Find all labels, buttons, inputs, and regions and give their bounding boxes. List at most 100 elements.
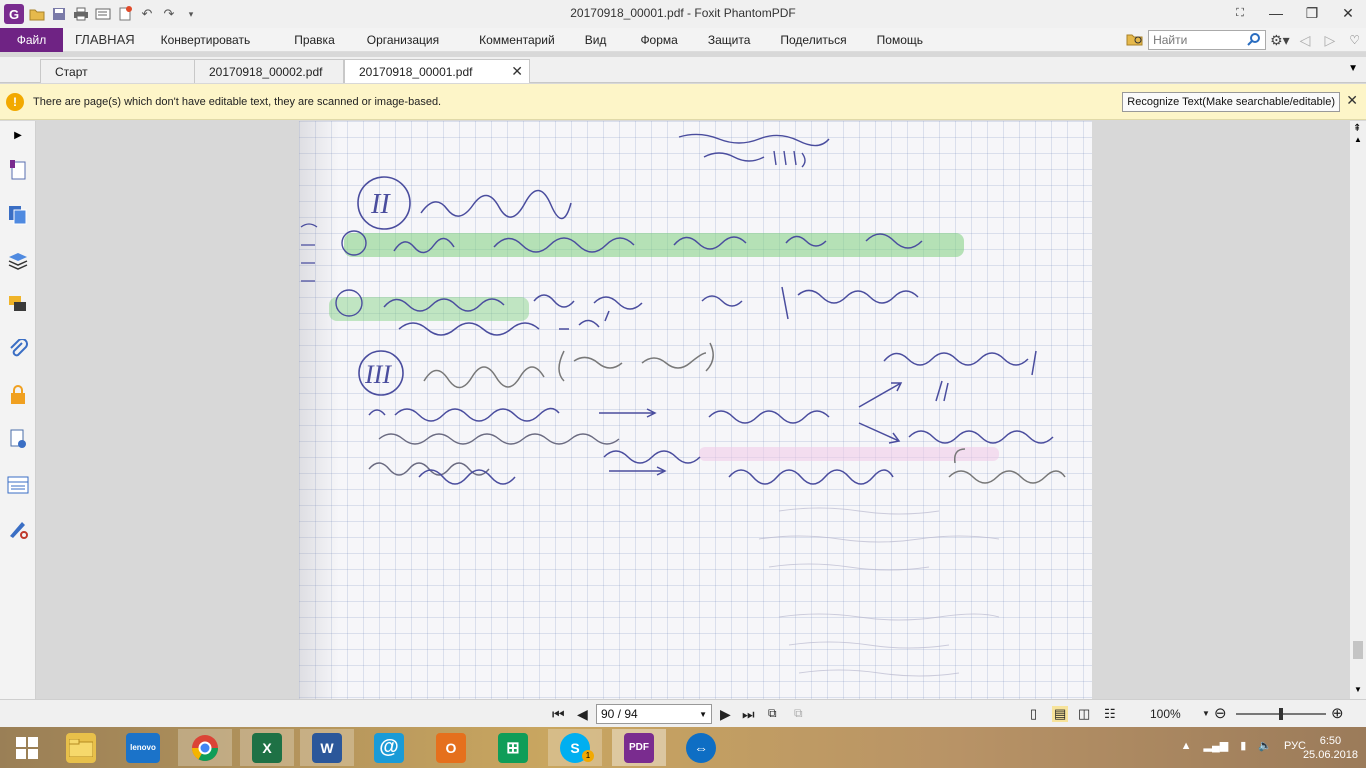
lenovo-taskbar-icon[interactable]: lenovo — [116, 729, 170, 766]
expand-panel-icon[interactable]: ▶ — [6, 123, 30, 147]
stack-layers-icon[interactable] — [6, 249, 30, 273]
clock-time: 6:50 — [1319, 735, 1342, 747]
split-view-icon[interactable]: ⇞ — [1353, 123, 1361, 134]
notice-message: There are page(s) which don't have edita… — [33, 95, 442, 108]
store-taskbar-icon[interactable]: ⊞ — [486, 729, 540, 766]
redo-icon[interactable]: ↷ — [160, 5, 178, 23]
undo-icon[interactable]: ↶ — [138, 5, 156, 23]
last-page-icon[interactable]: ⏭ — [742, 706, 755, 723]
show-hidden-icons-icon[interactable]: ▲ — [1181, 740, 1192, 752]
facing-view-icon[interactable]: ◫ — [1078, 706, 1090, 722]
properties-icon[interactable] — [94, 5, 112, 23]
search-icon[interactable] — [1247, 32, 1261, 49]
tab-document-2[interactable]: 20170918_00002.pdf — [194, 59, 344, 83]
vertical-scrollbar[interactable]: ⇞ ▲ ▼ — [1350, 121, 1366, 699]
find-folder-icon[interactable] — [1126, 31, 1144, 50]
foxit-logo-icon[interactable]: G — [4, 4, 24, 24]
security-lock-icon[interactable] — [6, 383, 30, 407]
start-button[interactable] — [0, 729, 54, 766]
form-fields-icon[interactable] — [6, 473, 30, 497]
page-thumbnails-icon[interactable] — [6, 158, 30, 182]
document-search-icon[interactable] — [6, 427, 30, 451]
customize-dropdown-icon[interactable]: ▾ — [182, 5, 200, 23]
signature-icon[interactable] — [6, 517, 30, 541]
minimize-button[interactable]: — — [1258, 0, 1294, 26]
chrome-taskbar-icon[interactable] — [178, 729, 232, 766]
mail-taskbar-icon[interactable]: @ — [362, 729, 416, 766]
previous-page-icon[interactable]: ◀ — [577, 706, 588, 723]
scroll-up-icon[interactable]: ▲ — [1354, 135, 1362, 144]
outlook-taskbar-icon[interactable]: O — [424, 729, 478, 766]
next-page-icon[interactable]: ▶ — [720, 706, 731, 723]
zoom-level[interactable]: 100% — [1150, 707, 1181, 721]
skype-taskbar-icon[interactable]: S 1 — [548, 729, 602, 766]
tab-list-dropdown-icon[interactable]: ▼ — [1348, 63, 1358, 74]
continuous-facing-view-icon[interactable]: ☷ — [1104, 706, 1116, 722]
windows-logo-icon — [16, 736, 38, 759]
foxit-pdf-taskbar-icon[interactable]: PDF — [612, 729, 666, 766]
scrollbar-thumb[interactable] — [1353, 641, 1363, 659]
menu-comment[interactable]: Комментарий — [465, 33, 571, 47]
continuous-view-icon[interactable]: ▤ — [1052, 706, 1069, 722]
page-number-input[interactable]: 90 / 94 ▼ — [596, 704, 712, 724]
new-document-icon[interactable] — [116, 5, 134, 23]
collapse-ribbon-icon[interactable]: ♡ — [1349, 33, 1360, 47]
previous-view-icon[interactable]: ⧉ — [768, 706, 777, 721]
forward-arrow-icon[interactable]: ▷ — [1324, 32, 1335, 49]
notice-close-icon[interactable]: ✕ — [1346, 92, 1358, 109]
word-taskbar-icon[interactable]: W — [300, 729, 354, 766]
file-menu-button[interactable]: Файл — [0, 27, 63, 52]
zoom-out-icon[interactable]: ⊖ — [1214, 704, 1227, 722]
tab-start[interactable]: Старт — [40, 59, 196, 83]
file-explorer-taskbar-icon[interactable] — [54, 729, 108, 766]
zoom-in-icon[interactable]: ⊕ — [1331, 704, 1344, 722]
menu-edit[interactable]: Правка — [280, 33, 353, 47]
excel-taskbar-icon[interactable]: X — [240, 729, 294, 766]
tab-label: 20170918_00001.pdf — [359, 64, 473, 79]
search-input[interactable]: Найти — [1148, 30, 1267, 50]
page-dropdown-icon[interactable]: ▼ — [699, 710, 707, 719]
menu-convert[interactable]: Конвертировать — [147, 33, 281, 47]
save-icon[interactable] — [50, 5, 68, 23]
menu-protect[interactable]: Защита — [694, 33, 767, 47]
clock-date: 25.06.2018 — [1302, 749, 1358, 761]
comments-icon[interactable] — [6, 293, 30, 317]
menu-help[interactable]: Помощь — [863, 33, 937, 47]
system-clock[interactable]: 6:50 25.06.2018 — [1303, 734, 1358, 762]
layers-icon[interactable] — [6, 203, 30, 227]
scroll-down-icon[interactable]: ▼ — [1354, 685, 1362, 694]
ribbon-display-icon[interactable]: ⛶ — [1222, 0, 1258, 26]
menu-home[interactable]: ГЛАВНАЯ — [63, 32, 147, 47]
document-tab-bar: Старт 20170918_00002.pdf 20170918_00001.… — [0, 57, 1366, 83]
windows-taskbar: lenovo X W @ O ⊞ S 1 PDF ⇔ ▲ ▂▄▆ ▮ 🔈 РУС… — [0, 727, 1366, 768]
zoom-dropdown-icon[interactable]: ▼ — [1202, 709, 1210, 718]
document-viewport[interactable]: II III — [37, 121, 1350, 699]
menu-view[interactable]: Вид — [571, 33, 627, 47]
menu-organize[interactable]: Организация — [353, 33, 465, 47]
first-page-icon[interactable]: ⏮ — [552, 706, 565, 723]
next-view-icon[interactable]: ⧉ — [794, 706, 803, 721]
window-controls: ⛶ — ❐ ✕ — [1222, 0, 1366, 26]
print-icon[interactable] — [72, 5, 90, 23]
svg-text:III: III — [364, 360, 392, 389]
close-button[interactable]: ✕ — [1330, 0, 1366, 26]
tab-close-icon[interactable]: ✕ — [511, 63, 523, 80]
back-arrow-icon[interactable]: ◁ — [1300, 32, 1311, 49]
recognize-text-button[interactable]: Recognize Text(Make searchable/editable) — [1122, 92, 1340, 112]
teamviewer-taskbar-icon[interactable]: ⇔ — [674, 729, 728, 766]
restore-button[interactable]: ❐ — [1294, 0, 1330, 26]
search-area: Найти ⚙▾ ◁ ▷ ♡ — [1126, 28, 1366, 52]
zoom-slider-thumb[interactable] — [1279, 708, 1283, 720]
menu-share[interactable]: Поделиться — [766, 33, 862, 47]
attachments-icon[interactable] — [6, 337, 30, 361]
single-page-view-icon[interactable]: ▯ — [1030, 706, 1037, 722]
quick-access-toolbar: G ↶ ↷ ▾ — [0, 4, 200, 24]
title-bar: G ↶ ↷ ▾ 20170918_00001.pdf - Foxit Phant… — [0, 0, 1366, 28]
open-folder-icon[interactable] — [28, 5, 46, 23]
volume-icon[interactable]: 🔈 — [1258, 739, 1272, 752]
network-signal-icon[interactable]: ▂▄▆ — [1203, 739, 1228, 752]
battery-icon[interactable]: ▮ — [1240, 739, 1246, 752]
settings-gear-icon[interactable]: ⚙▾ — [1270, 32, 1290, 49]
menu-form[interactable]: Форма — [626, 33, 693, 47]
tab-document-1[interactable]: 20170918_00001.pdf ✕ — [344, 59, 530, 83]
